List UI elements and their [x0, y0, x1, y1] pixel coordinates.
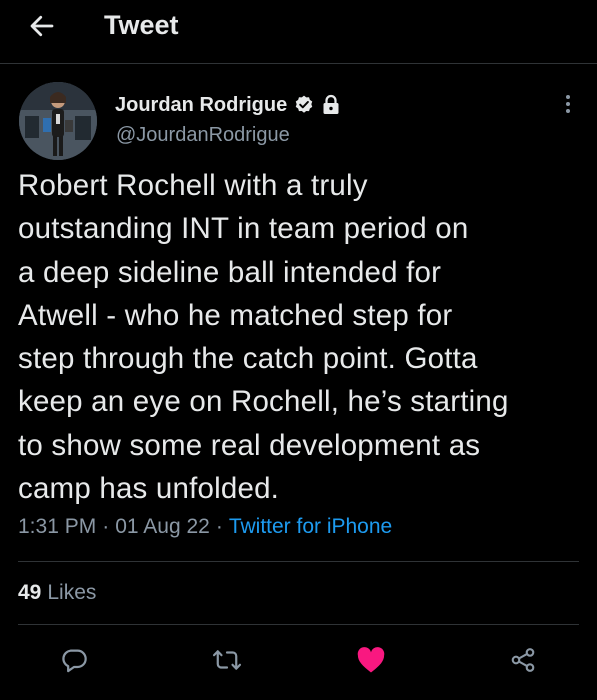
author-handle[interactable]: @JourdanRodrigue [116, 124, 290, 147]
tweet-metadata: 1:31 PM · 01 Aug 22 · Twitter for iPhone [18, 512, 392, 542]
retweet-icon [212, 650, 242, 670]
author-name-row: Jourdan Rodrigue [115, 92, 347, 118]
share-icon [511, 648, 535, 672]
likes-label: Likes [47, 581, 97, 604]
tweet-source-link[interactable]: Twitter for iPhone [229, 515, 392, 539]
arrow-left-icon [30, 15, 54, 37]
likes-count: 49 [18, 581, 42, 604]
avatar[interactable] [19, 82, 97, 160]
avatar-photo [19, 82, 97, 160]
verified-badge-icon [293, 94, 315, 116]
retweet-button[interactable] [210, 643, 244, 677]
likes-stat[interactable]: 49 Likes [18, 578, 96, 608]
page-title: Tweet [104, 10, 179, 40]
divider [18, 561, 579, 562]
tweet-date[interactable]: 01 Aug 22 [115, 515, 210, 539]
like-button[interactable] [354, 643, 388, 677]
divider [18, 624, 579, 625]
heart-icon [357, 647, 385, 673]
meta-separator: · [102, 515, 110, 538]
tweet-time[interactable]: 1:31 PM [18, 515, 96, 539]
lock-icon [321, 94, 341, 116]
top-bar: Tweet [0, 0, 597, 64]
more-options-button[interactable] [556, 92, 580, 116]
author-display-name[interactable]: Jourdan Rodrigue [115, 94, 287, 117]
share-button[interactable] [506, 643, 540, 677]
back-button[interactable] [22, 8, 62, 44]
reply-icon [62, 649, 87, 673]
tweet-text: Robert Rochell with a truly outstanding … [18, 169, 509, 506]
meta-separator: · [215, 515, 223, 538]
reply-button[interactable] [57, 643, 91, 677]
more-vertical-icon [566, 95, 570, 113]
